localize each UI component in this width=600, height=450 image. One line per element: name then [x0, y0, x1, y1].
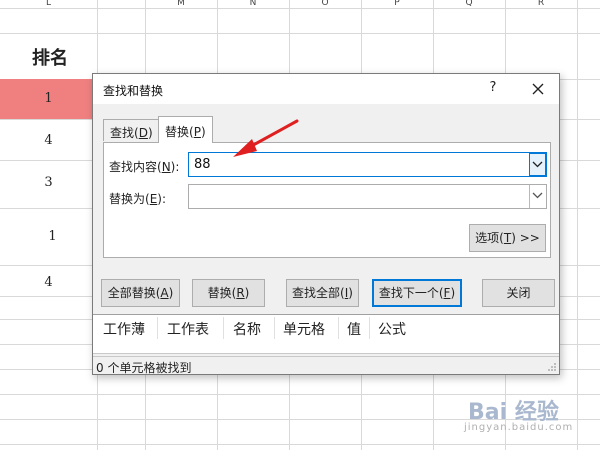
find-what-label: 查找内容(N): — [109, 160, 180, 174]
watermark-url: jingyan.baidu.com — [464, 422, 574, 433]
find-all-button[interactable]: 查找全部(I) — [286, 279, 359, 307]
chevron-down-icon — [532, 192, 543, 199]
options-button[interactable]: 选项(T) >> — [469, 224, 546, 252]
rank-cell[interactable]: 1 — [4, 229, 101, 244]
column-header-p[interactable]: P — [361, 0, 433, 8]
rank-column-header[interactable]: 排名 — [32, 44, 68, 70]
replace-all-button[interactable]: 全部替换(A) — [101, 279, 180, 307]
status-text: 0 个单元格被找到 — [96, 361, 192, 375]
close-icon[interactable] — [529, 80, 547, 98]
column-header-n[interactable]: N — [217, 0, 289, 8]
resize-grip-icon[interactable] — [547, 362, 557, 372]
find-what-input[interactable]: 88 — [188, 152, 547, 177]
replace-with-label: 替换为(E): — [109, 192, 167, 206]
find-what-value: 88 — [194, 157, 211, 172]
baidu-jingyan-watermark: Bai 经验 jingyan.baidu.com — [464, 393, 599, 433]
results-column-formula[interactable]: 公式 — [378, 319, 406, 339]
dialog-title: 查找和替换 — [103, 84, 164, 98]
column-header-l[interactable]: L — [0, 0, 97, 8]
column-header-r[interactable]: R — [505, 0, 577, 8]
help-button[interactable]: ? — [485, 80, 501, 95]
rank-cell[interactable]: 4 — [0, 133, 97, 148]
column-header-q[interactable]: Q — [433, 0, 505, 8]
tab-find[interactable]: 查找(D) — [103, 119, 160, 141]
column-header-o[interactable]: O — [289, 0, 361, 8]
column-header-m[interactable]: M — [145, 0, 217, 8]
results-column-cell[interactable]: 单元格 — [283, 319, 325, 339]
find-next-button[interactable]: 查找下一个(F) — [372, 279, 462, 307]
rank-cell[interactable]: 4 — [0, 275, 97, 290]
results-column-sheet[interactable]: 工作表 — [167, 319, 209, 339]
replace-with-input[interactable] — [188, 184, 547, 209]
results-column-workbook[interactable]: 工作薄 — [103, 319, 145, 339]
results-column-value[interactable]: 值 — [347, 319, 361, 339]
replace-dropdown-button[interactable] — [529, 185, 546, 208]
status-bar: 0 个单元格被找到 — [93, 356, 559, 375]
results-column-name[interactable]: 名称 — [233, 319, 261, 339]
rank-cell[interactable]: 3 — [0, 175, 97, 190]
close-button[interactable]: 关闭 — [482, 279, 555, 307]
find-replace-dialog: 查找和替换 ? 查找(D) 替换(P) 查找内容(N): 88 替换为(E): … — [92, 73, 560, 375]
tab-replace[interactable]: 替换(P) — [158, 116, 213, 143]
find-dropdown-button[interactable] — [529, 153, 546, 176]
rank-cell[interactable]: 1 — [0, 91, 97, 106]
results-list[interactable]: 工作薄 工作表 名称 单元格 值 公式 — [93, 314, 559, 354]
replace-button[interactable]: 替换(R) — [192, 279, 265, 307]
dialog-titlebar[interactable]: 查找和替换 ? — [93, 74, 559, 104]
chevron-down-icon — [532, 161, 543, 168]
